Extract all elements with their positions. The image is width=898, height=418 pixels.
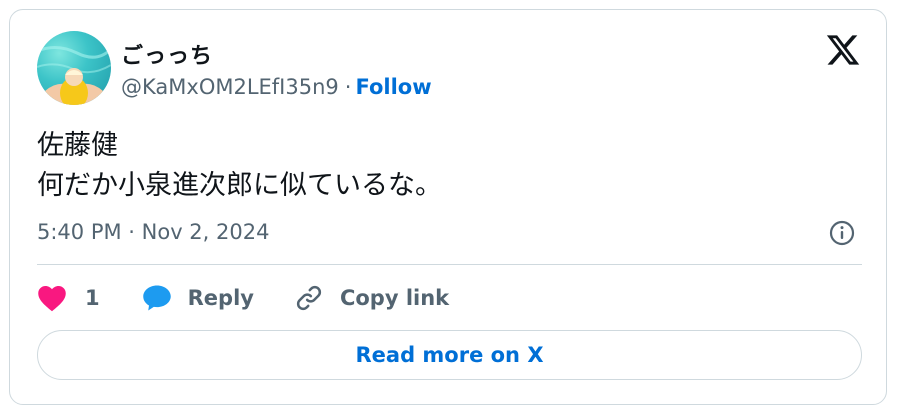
action-bar: 1 Reply Copy link [37,280,449,316]
speech-bubble-icon [142,285,171,311]
user-handle[interactable]: @KaMxOM2LEfI35n9 [121,75,339,99]
copy-link-button[interactable]: Copy link [294,283,449,313]
link-icon [296,285,322,311]
display-name[interactable]: ごっっち [121,38,213,70]
divider [37,264,862,265]
handle-row: @KaMxOM2LEfI35n9 · Follow [121,75,432,99]
like-button[interactable]: 1 [37,284,100,312]
like-count: 1 [85,286,100,310]
read-more-button[interactable]: Read more on X [37,330,862,380]
reply-button[interactable]: Reply [142,284,254,312]
copy-link-label: Copy link [339,286,450,310]
handle-separator: · [344,75,352,99]
avatar[interactable] [37,31,111,105]
heart-icon [38,286,66,312]
x-logo-icon[interactable] [825,32,861,68]
follow-button[interactable]: Follow [355,75,431,99]
tweet-card: ごっっち @KaMxOM2LEfI35n9 · Follow 佐藤健 何だか小泉進次… [9,9,887,405]
tweet-timestamp[interactable]: 5:40 PM · Nov 2, 2024 [37,220,269,244]
reply-label: Reply [187,286,254,310]
avatar-image [37,46,111,105]
info-icon[interactable] [828,219,856,247]
tweet-text: 佐藤健 何だか小泉進次郎に似ているな。 [37,130,442,201]
